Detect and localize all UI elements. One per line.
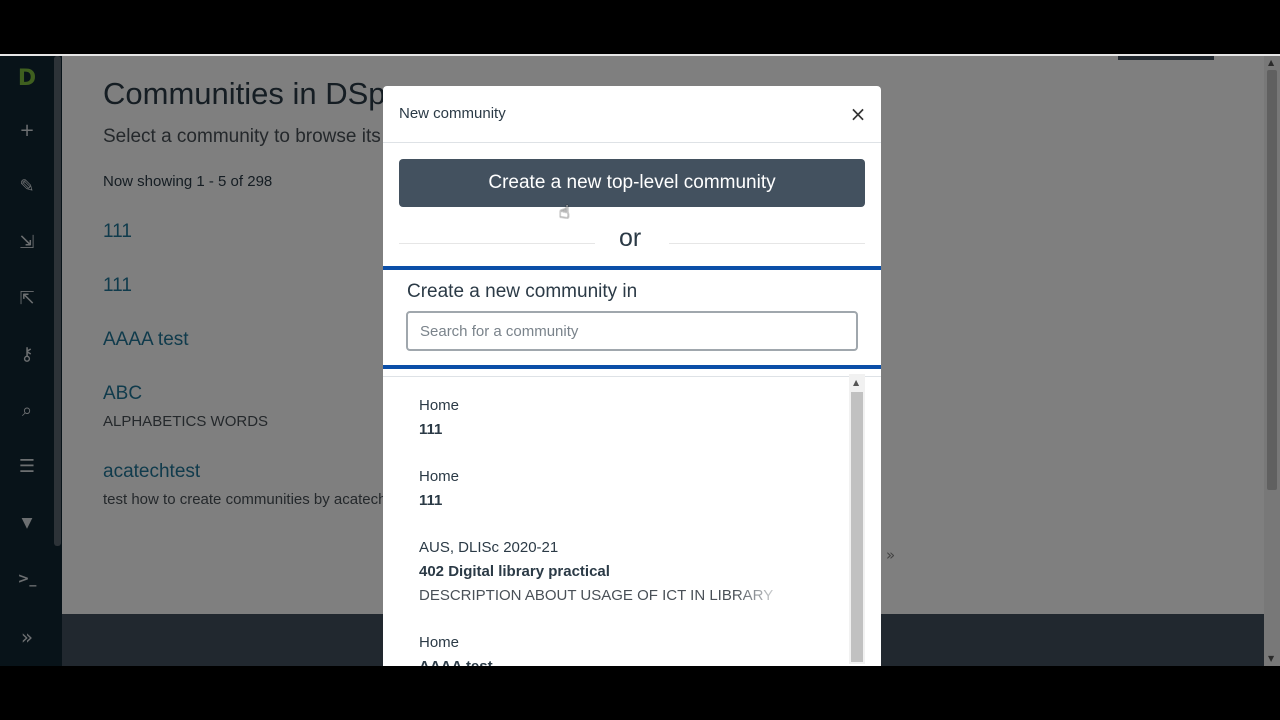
create-top-level-community-button[interactable]: Create a new top-level community	[399, 159, 865, 207]
list-item[interactable]: AUS, DLISc 2020-21 402 Digital library p…	[419, 536, 789, 608]
list-item[interactable]: Home 111	[419, 465, 459, 513]
modal-header: New community ×	[383, 86, 881, 143]
community-results-list: Home 111 Home 111 AUS, DLISc 2020-21 402…	[383, 376, 881, 666]
results-scroll-thumb[interactable]	[851, 392, 863, 662]
list-item[interactable]: Home AAAA test	[419, 631, 493, 666]
result-parent: Home	[419, 634, 460, 651]
result-name: AAAA test	[419, 655, 493, 666]
divider-right	[669, 243, 865, 244]
scroll-up-icon[interactable]: ▲	[853, 378, 859, 387]
result-name: 111	[419, 421, 443, 438]
new-community-modal: New community × Create a new top-level c…	[383, 86, 881, 666]
highlight-frame	[383, 266, 881, 369]
result-description: DESCRIPTION ABOUT USAGE OF ICT IN LIBRAR…	[419, 587, 774, 604]
or-separator: or	[619, 224, 642, 252]
results-scrollbar[interactable]: ▲	[849, 374, 865, 664]
browser-viewport: D + ✎ ⇲ ⇱ ⚷ ⌕ ☰ ▼ >_ » Communities in DS…	[0, 56, 1280, 666]
divider-left	[399, 243, 595, 244]
result-parent: Home	[419, 468, 460, 485]
list-item[interactable]: Home 111	[419, 394, 459, 442]
modal-title: New community	[399, 105, 506, 122]
result-parent: AUS, DLISc 2020-21	[419, 539, 559, 556]
result-parent: Home	[419, 397, 460, 414]
result-name: 402 Digital library practical	[419, 563, 610, 580]
hand-cursor-icon: ☝	[559, 202, 570, 223]
result-name: 111	[419, 492, 443, 509]
close-icon[interactable]: ×	[847, 102, 869, 126]
